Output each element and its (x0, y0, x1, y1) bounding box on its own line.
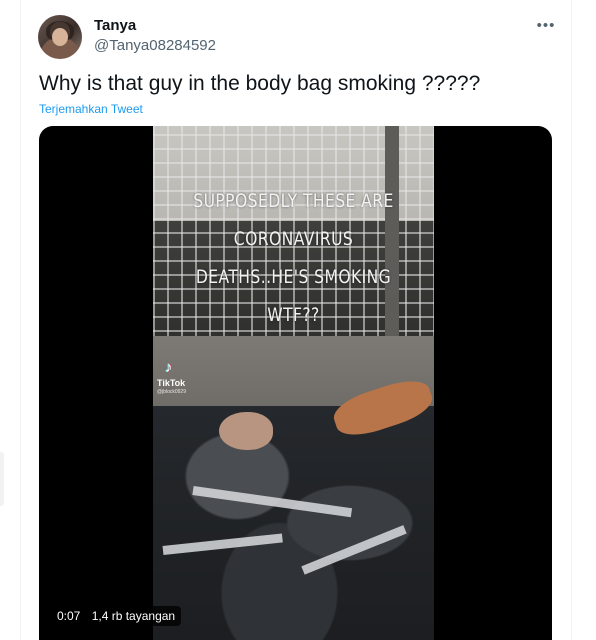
video-views: 1,4 rb tayangan (91, 609, 176, 623)
video-body-bags (153, 406, 434, 640)
video-overlay-caption: SUPPOSEDLY THESE ARE CORONAVIRUS DEATHS.… (178, 182, 408, 334)
avatar[interactable] (38, 15, 82, 59)
tiktok-brand-label: TikTok (157, 378, 186, 388)
overlay-line: DEATHS..HE'S SMOKING (195, 266, 392, 288)
side-scroll-indicator (0, 452, 4, 506)
tiktok-username: @jblock0929 (157, 389, 186, 395)
tiktok-watermark: ♪ TikTok @jblock0929 (157, 359, 186, 396)
video-player[interactable]: SUPPOSEDLY THESE ARE CORONAVIRUS DEATHS.… (39, 126, 552, 640)
video-frame[interactable]: SUPPOSEDLY THESE ARE CORONAVIRUS DEATHS.… (153, 126, 434, 640)
person-face (219, 412, 273, 450)
overlay-line: WTF?? (267, 304, 320, 326)
tweet-text: Why is that guy in the body bag smoking … (39, 72, 481, 95)
translate-tweet-link[interactable]: Terjemahkan Tweet (39, 102, 143, 116)
tweet-card[interactable]: Tanya @Tanya08284592 ••• Why is that guy… (20, 0, 572, 640)
video-duration-views-badge: 0:07 1,4 rb tayangan (51, 606, 182, 626)
left-page-edge (0, 0, 20, 640)
video-duration: 0:07 (57, 609, 81, 623)
avatar-face (52, 28, 68, 46)
display-name[interactable]: Tanya (94, 17, 136, 34)
tiktok-logo-icon: ♪ (165, 359, 173, 376)
more-options-icon[interactable]: ••• (535, 14, 557, 36)
overlay-line: SUPPOSEDLY THESE ARE (193, 190, 394, 212)
overlay-line: CORONAVIRUS (233, 228, 354, 250)
user-handle[interactable]: @Tanya08284592 (94, 37, 216, 54)
